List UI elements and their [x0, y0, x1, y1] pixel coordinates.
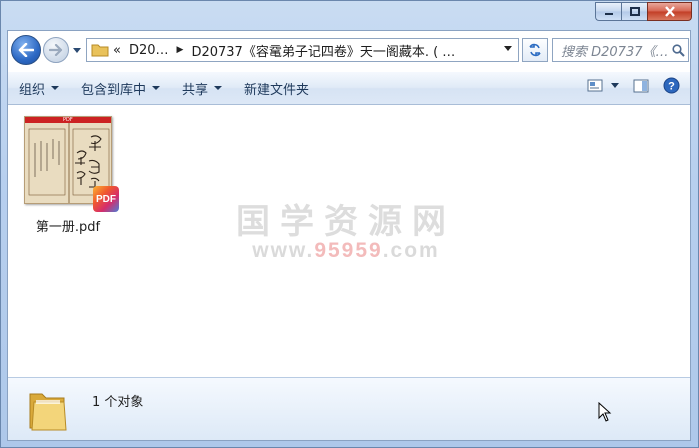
arrow-right-icon [49, 44, 63, 56]
breadcrumb-arrow-icon[interactable]: ▶ [173, 45, 188, 55]
watermark-url-number: 95959 [314, 239, 383, 262]
command-bar: 组织 包含到库中 共享 新建文件夹 ? [8, 71, 690, 105]
pdf-file-type-icon: PDF [93, 186, 119, 212]
search-input[interactable]: 搜索 D20737《… [552, 38, 689, 62]
minimize-button[interactable] [595, 2, 621, 21]
watermark-url-suffix: .com [382, 239, 440, 262]
file-list-view[interactable]: PDF PDF 第一册.pdf 国学资源网 www.95959.com [8, 106, 690, 376]
file-name-label[interactable]: 第一册.pdf [18, 216, 118, 235]
close-icon [664, 6, 675, 17]
watermark-title: 国学资源网 [236, 202, 456, 242]
breadcrumb-segment-2[interactable]: D20737《容鼋弟子记四卷》天一阁藏本. ( … [187, 41, 459, 60]
address-bar[interactable]: « D20… ▶ D20737《容鼋弟子记四卷》天一阁藏本. ( … [86, 38, 519, 62]
forward-button[interactable] [43, 37, 69, 63]
view-options-button[interactable] [587, 79, 619, 93]
pdf-thumbnail: PDF PDF [22, 114, 119, 212]
caption-buttons [595, 2, 692, 21]
share-menu[interactable]: 共享 [171, 76, 233, 100]
include-in-library-menu[interactable]: 包含到库中 [70, 76, 171, 100]
chevron-down-icon[interactable] [504, 46, 512, 51]
details-pane: 1 个对象 [8, 377, 690, 440]
watermark-url-prefix: www. [252, 239, 315, 262]
svg-text:?: ? [668, 81, 675, 93]
chevron-down-icon [611, 83, 619, 88]
help-icon[interactable]: ? [663, 77, 680, 94]
maximize-button[interactable] [621, 2, 647, 21]
organize-label: 组织 [19, 82, 46, 98]
preview-pane-icon[interactable] [633, 79, 649, 93]
include-in-library-label: 包含到库中 [81, 82, 147, 98]
search-icon[interactable] [668, 40, 688, 60]
navigation-bar: « D20… ▶ D20737《容鼋弟子记四卷》天一阁藏本. ( … 搜索 D2… [7, 33, 691, 67]
close-button[interactable] [647, 2, 692, 21]
toolbar-right-group: ? [587, 77, 680, 94]
maximize-icon [629, 6, 640, 16]
refresh-button[interactable] [522, 38, 548, 62]
pdf-badge-label: PDF [96, 193, 116, 205]
breadcrumb-segment-1[interactable]: D20… [125, 43, 173, 58]
chevron-down-icon [73, 47, 81, 53]
address-overflow[interactable]: « [109, 43, 125, 58]
recent-pages-dropdown[interactable] [72, 45, 82, 55]
mouse-cursor-icon [598, 402, 612, 422]
minimize-icon [604, 12, 613, 15]
organize-menu[interactable]: 组织 [8, 76, 70, 100]
folder-icon [91, 44, 109, 57]
new-folder-label: 新建文件夹 [244, 82, 310, 98]
share-label: 共享 [182, 82, 209, 98]
watermark-url: www.95959.com [236, 239, 456, 263]
view-icon [587, 79, 603, 91]
watermark: 国学资源网 www.95959.com [236, 194, 456, 263]
chevron-down-icon [152, 86, 161, 90]
chevron-down-icon [51, 86, 60, 90]
file-item[interactable]: PDF PDF 第一册.pdf [18, 114, 119, 235]
arrow-left-icon [18, 43, 34, 57]
search-placeholder: 搜索 D20737《… [561, 44, 668, 60]
item-count-label: 1 个对象 [92, 395, 144, 410]
new-folder-button[interactable]: 新建文件夹 [233, 76, 320, 100]
refresh-icon [529, 43, 541, 57]
folder-icon [29, 393, 67, 431]
chevron-down-icon [214, 86, 223, 90]
back-button[interactable] [11, 35, 41, 65]
